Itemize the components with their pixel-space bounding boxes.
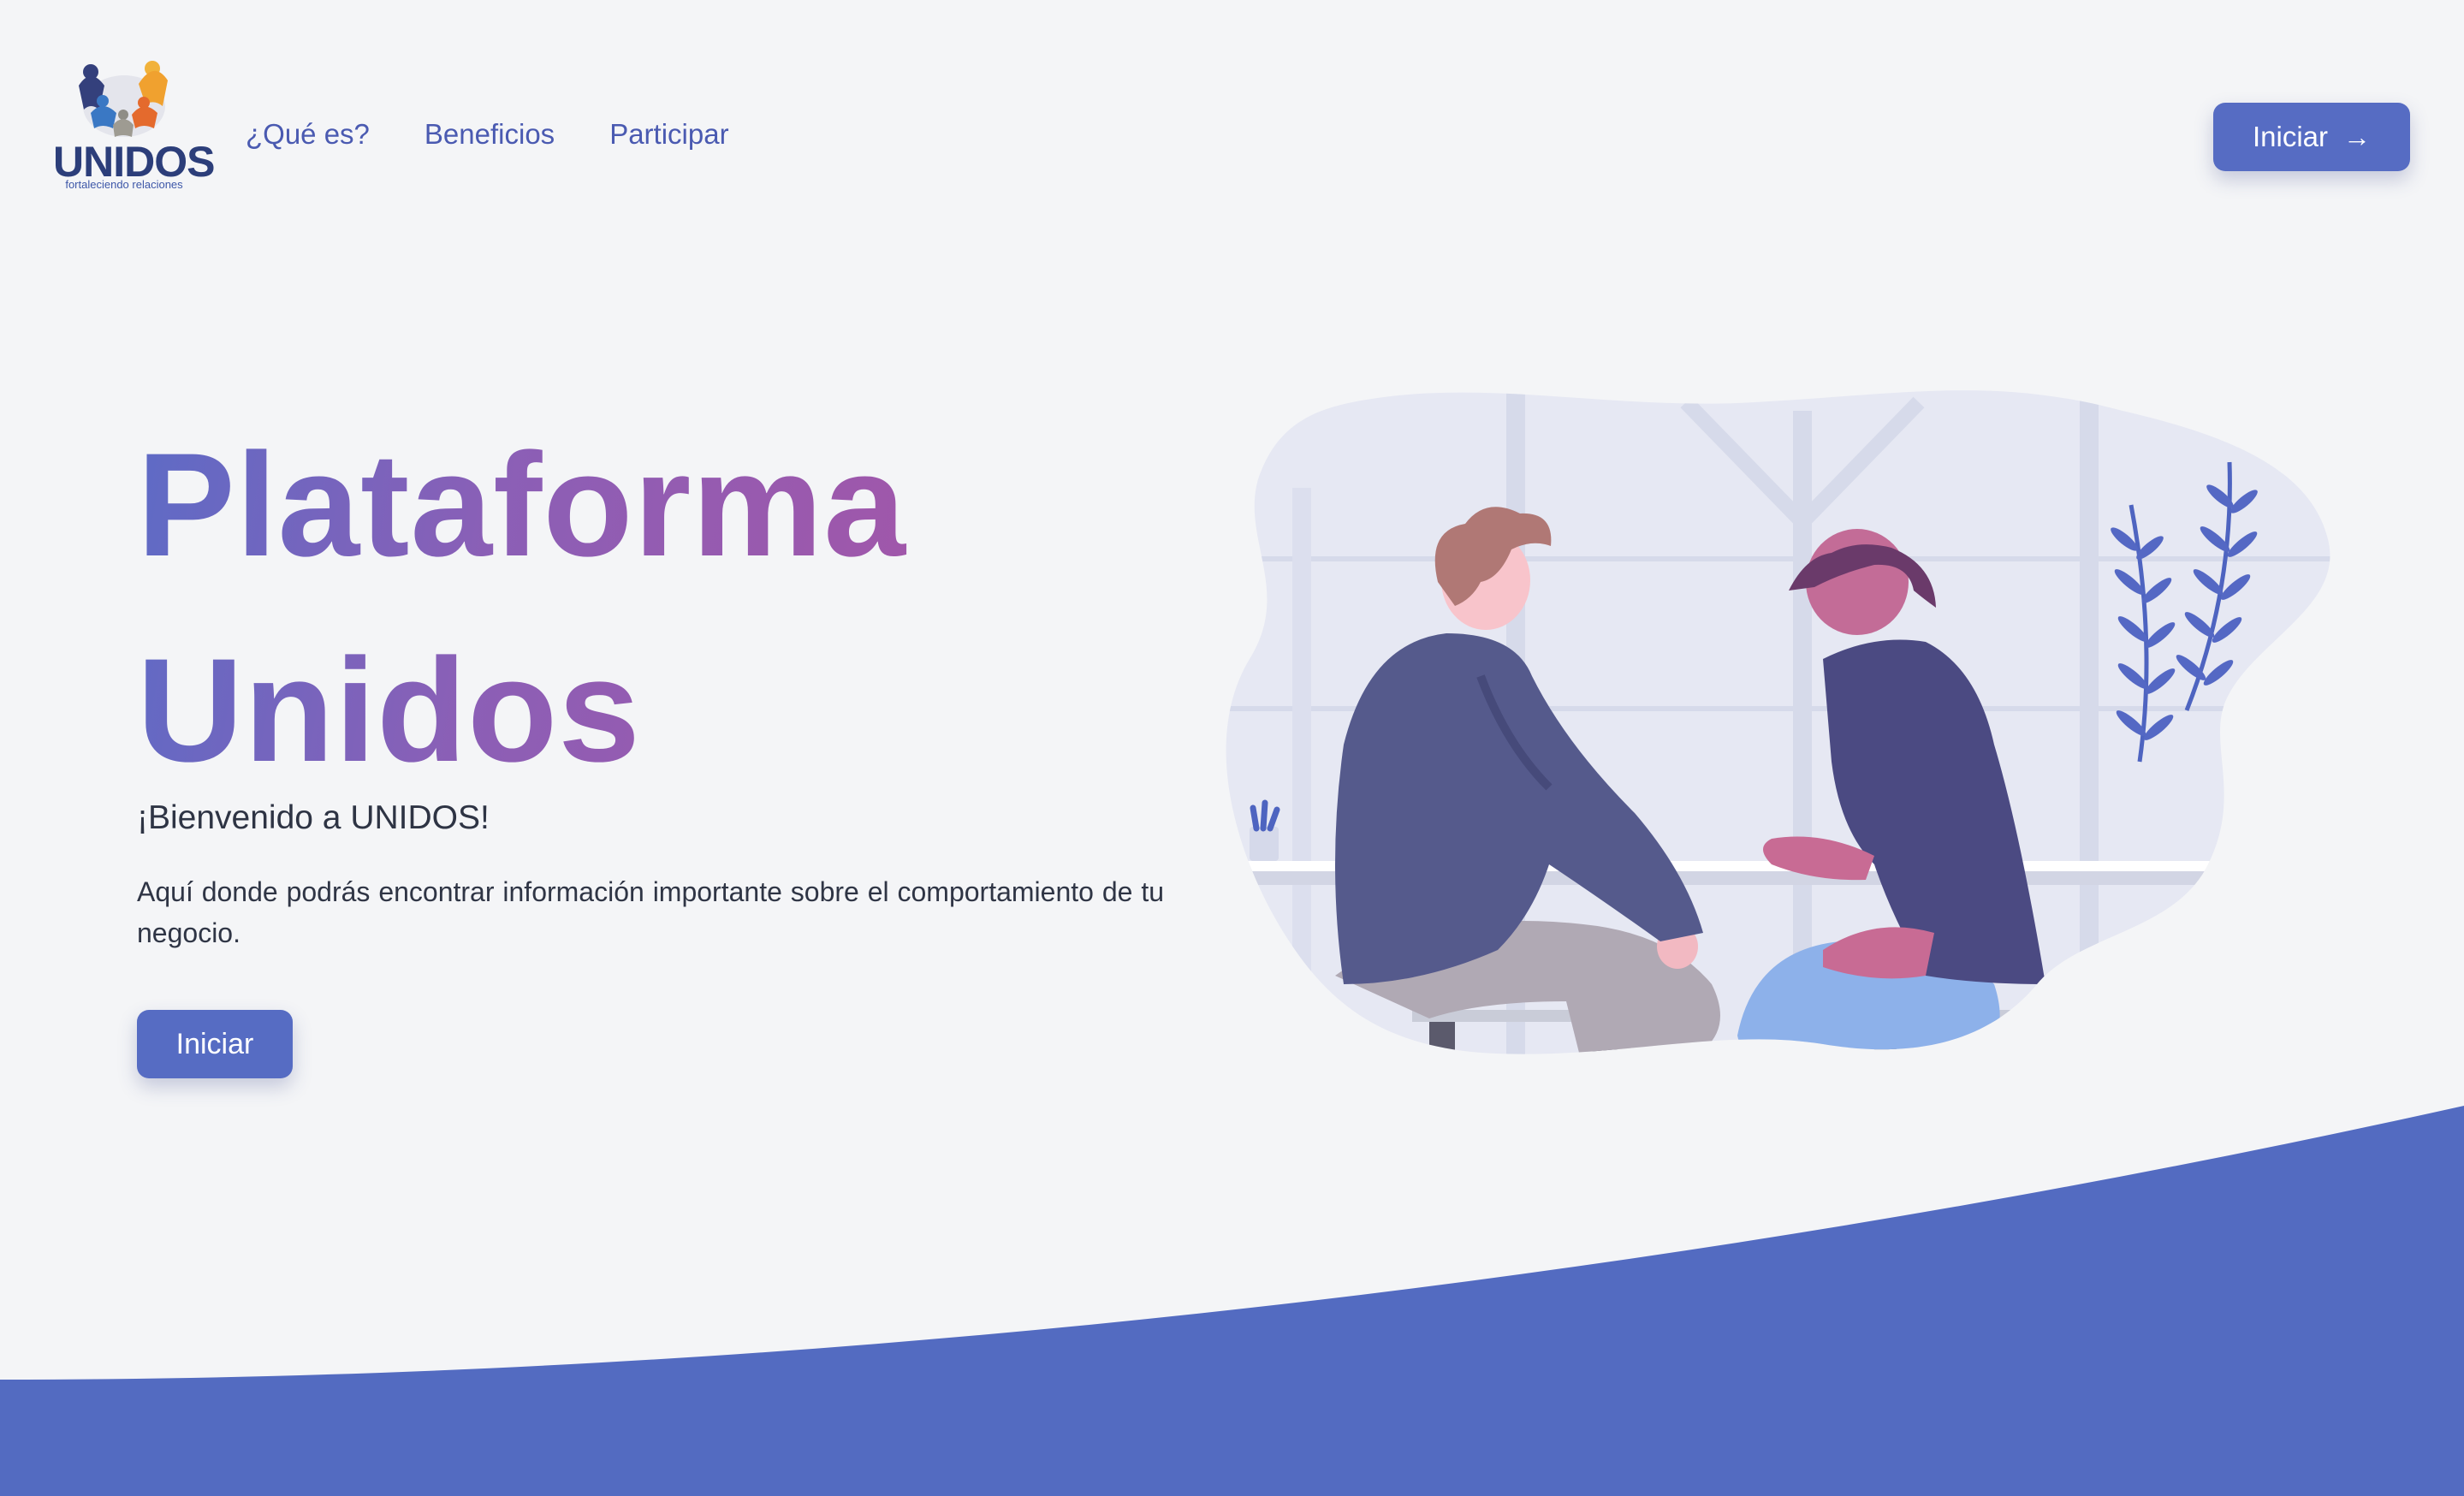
hero-title: Plataforma Unidos <box>137 402 907 813</box>
header-start-button[interactable]: Iniciar → <box>2213 103 2410 171</box>
nav-item-participar[interactable]: Participar <box>609 118 728 151</box>
hero-start-button[interactable]: Iniciar <box>137 1010 293 1078</box>
hero-title-line-2: Unidos <box>137 628 641 793</box>
hero-description: Aquí donde podrás encontrar información … <box>137 876 1164 948</box>
two-people-talking-illustration <box>1226 390 2330 1054</box>
hero-title-line-1: Plataforma <box>137 423 906 587</box>
header-start-button-label: Iniciar <box>2252 121 2329 152</box>
nav-item-beneficios[interactable]: Beneficios <box>425 118 555 151</box>
bottom-wave-shape <box>0 1106 2464 1496</box>
main-nav: ¿Qué es? Beneficios Participar <box>246 118 729 151</box>
nav-item-que-es[interactable]: ¿Qué es? <box>246 118 370 151</box>
landing-page: UNIDOS fortaleciendo relaciones ¿Qué es?… <box>0 0 2464 1496</box>
logo-tagline: fortaleciendo relaciones <box>65 178 183 191</box>
arrow-right-icon: → <box>2343 122 2372 152</box>
people-circle-logo-icon <box>79 61 168 137</box>
unidos-logo[interactable]: UNIDOS fortaleciendo relaciones <box>50 50 215 195</box>
welcome-heading: ¡Bienvenido a UNIDOS! <box>137 799 490 836</box>
